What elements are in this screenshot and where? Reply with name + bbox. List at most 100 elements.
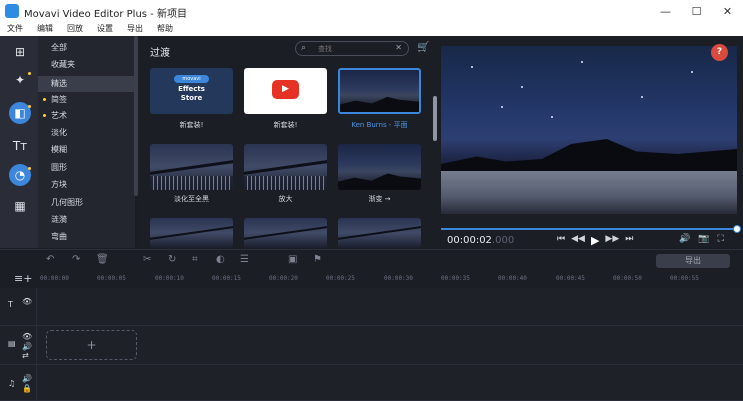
more-tools-icon[interactable]: ▦: [9, 195, 31, 217]
category-item[interactable]: 淡化: [38, 125, 135, 141]
category-item[interactable]: 方块: [38, 177, 135, 193]
fullscreen-icon[interactable]: ⛶: [717, 234, 723, 244]
tile-label: 放大: [278, 195, 293, 203]
maximize-button[interactable]: ☐: [681, 0, 712, 22]
category-item[interactable]: 全部: [38, 40, 135, 56]
add-media-dropzone[interactable]: +: [46, 330, 137, 360]
transition-tile[interactable]: [244, 218, 327, 248]
effects-store-text: Effects Store: [178, 85, 205, 102]
category-item[interactable]: 模糊: [38, 142, 135, 158]
search-input[interactable]: [318, 43, 388, 54]
import-icon[interactable]: ⊞: [9, 41, 31, 63]
undo-icon[interactable]: ↶: [46, 254, 54, 265]
redo-icon[interactable]: ↷: [72, 254, 80, 265]
category-item[interactable]: 简签: [38, 92, 135, 108]
transition-tile[interactable]: [150, 218, 233, 248]
properties-icon[interactable]: ☰: [240, 254, 249, 265]
window-controls: — ☐ ✕: [650, 0, 743, 22]
menu-edit[interactable]: 编辑: [30, 22, 60, 36]
bridge-thumbnail: [338, 226, 421, 241]
marker-icon[interactable]: ⚑: [313, 254, 322, 265]
lock-icon[interactable]: 🔒: [22, 384, 32, 393]
star: [471, 66, 473, 68]
cart-icon[interactable]: 🛒: [417, 42, 429, 53]
track-header: ♫ 🔊 🔒: [0, 365, 37, 400]
category-item[interactable]: 几何图形: [38, 195, 135, 211]
category-item[interactable]: 涟漪: [38, 212, 135, 228]
timeline-ruler[interactable]: ≡+ 00:00:00 00:00:05 00:00:10 00:00:15 0…: [0, 271, 743, 288]
help-button[interactable]: ?: [711, 44, 728, 61]
search-icon: ⌕: [301, 43, 307, 53]
playback-progress[interactable]: [441, 225, 741, 233]
category-item[interactable]: 圆形: [38, 160, 135, 176]
menu-playback[interactable]: 回放: [60, 22, 90, 36]
ruler-tick: 00:00:45: [556, 275, 585, 282]
tile-label: 渐变 →: [368, 195, 391, 203]
audio-edit-icon[interactable]: ▣: [288, 254, 297, 265]
title-track[interactable]: T 👁: [0, 288, 743, 326]
star: [691, 71, 693, 73]
minimize-button[interactable]: —: [650, 0, 681, 22]
clear-search-icon[interactable]: ✕: [395, 43, 402, 52]
next-frame-icon[interactable]: ▶▶: [605, 234, 619, 247]
movavi-logo: movavi: [174, 75, 209, 83]
skip-end-icon[interactable]: ⏭: [625, 234, 633, 247]
delete-icon[interactable]: 🗑: [96, 254, 109, 265]
transition-tile[interactable]: [150, 144, 233, 190]
transition-tile[interactable]: [338, 144, 421, 190]
mountain-thumbnail: [340, 96, 419, 112]
mountain-thumbnail: [338, 173, 421, 190]
visibility-icon[interactable]: 👁: [22, 332, 32, 341]
star: [551, 116, 553, 118]
visibility-icon[interactable]: 👁: [22, 297, 32, 306]
transition-tile[interactable]: [338, 218, 421, 248]
title-track-icon: T: [8, 300, 13, 309]
color-adjust-icon[interactable]: ◐: [216, 254, 225, 265]
category-item[interactable]: 收藏夹: [38, 57, 135, 73]
progress-handle[interactable]: [733, 225, 741, 233]
titles-icon[interactable]: Tт: [9, 135, 31, 157]
volume-icon[interactable]: 🔊: [679, 234, 690, 244]
edit-toolbar: ↶ ↷ 🗑 ✂ ↻ ⌗ ◐ ☰ ▣ ⚑ 导出: [0, 249, 743, 272]
crop-icon[interactable]: ⌗: [192, 254, 198, 265]
volume-icon[interactable]: 🔊: [22, 342, 32, 351]
category-item[interactable]: 艺术: [38, 108, 135, 124]
play-icon[interactable]: ▶: [591, 234, 599, 247]
category-item[interactable]: 弯曲: [38, 229, 135, 245]
bridge-thumbnail: [244, 226, 327, 241]
menu-export[interactable]: 导出: [120, 22, 150, 36]
cut-icon[interactable]: ✂: [143, 254, 151, 265]
add-track-icon[interactable]: ≡+: [14, 272, 32, 285]
video-track[interactable]: ▤ 👁 🔊 ⇄ +: [0, 326, 743, 365]
progress-fill: [441, 228, 737, 230]
menu-settings[interactable]: 设置: [90, 22, 120, 36]
track-header: T 👁: [0, 288, 37, 325]
ruler-tick: 00:00:55: [670, 275, 699, 282]
close-button[interactable]: ✕: [712, 0, 743, 22]
menu-file[interactable]: 文件: [0, 22, 30, 36]
transition-tile[interactable]: ▶: [244, 68, 327, 114]
transition-tile-selected[interactable]: [338, 68, 421, 114]
menu-help[interactable]: 帮助: [150, 22, 180, 36]
transition-tile[interactable]: [244, 144, 327, 190]
rotate-icon[interactable]: ↻: [168, 254, 176, 265]
music-note-icon: ♫: [8, 379, 16, 388]
ruler-tick: 00:00:35: [441, 275, 470, 282]
export-button[interactable]: 导出: [656, 254, 730, 268]
search-box[interactable]: ⌕ ✕: [295, 41, 409, 56]
new-badge-dot: [43, 98, 46, 101]
link-icon[interactable]: ⇄: [22, 351, 29, 360]
transition-tile[interactable]: movavi Effects Store: [150, 68, 233, 114]
ruler-tick: 00:00:00: [40, 275, 69, 282]
track-header: ▤ 👁 🔊 ⇄: [0, 326, 37, 364]
new-badge-dot: [28, 167, 31, 170]
category-item-selected[interactable]: 精选: [38, 76, 135, 92]
snapshot-icon[interactable]: 📷: [698, 234, 709, 244]
video-preview[interactable]: [441, 46, 737, 214]
volume-icon[interactable]: 🔊: [22, 374, 32, 383]
prev-frame-icon[interactable]: ◀◀: [571, 234, 585, 247]
ruler-tick: 00:00:20: [269, 275, 298, 282]
audio-track[interactable]: ♫ 🔊 🔒: [0, 365, 743, 401]
panel-scrollbar[interactable]: [433, 96, 437, 141]
skip-start-icon[interactable]: ⏮: [557, 234, 565, 247]
